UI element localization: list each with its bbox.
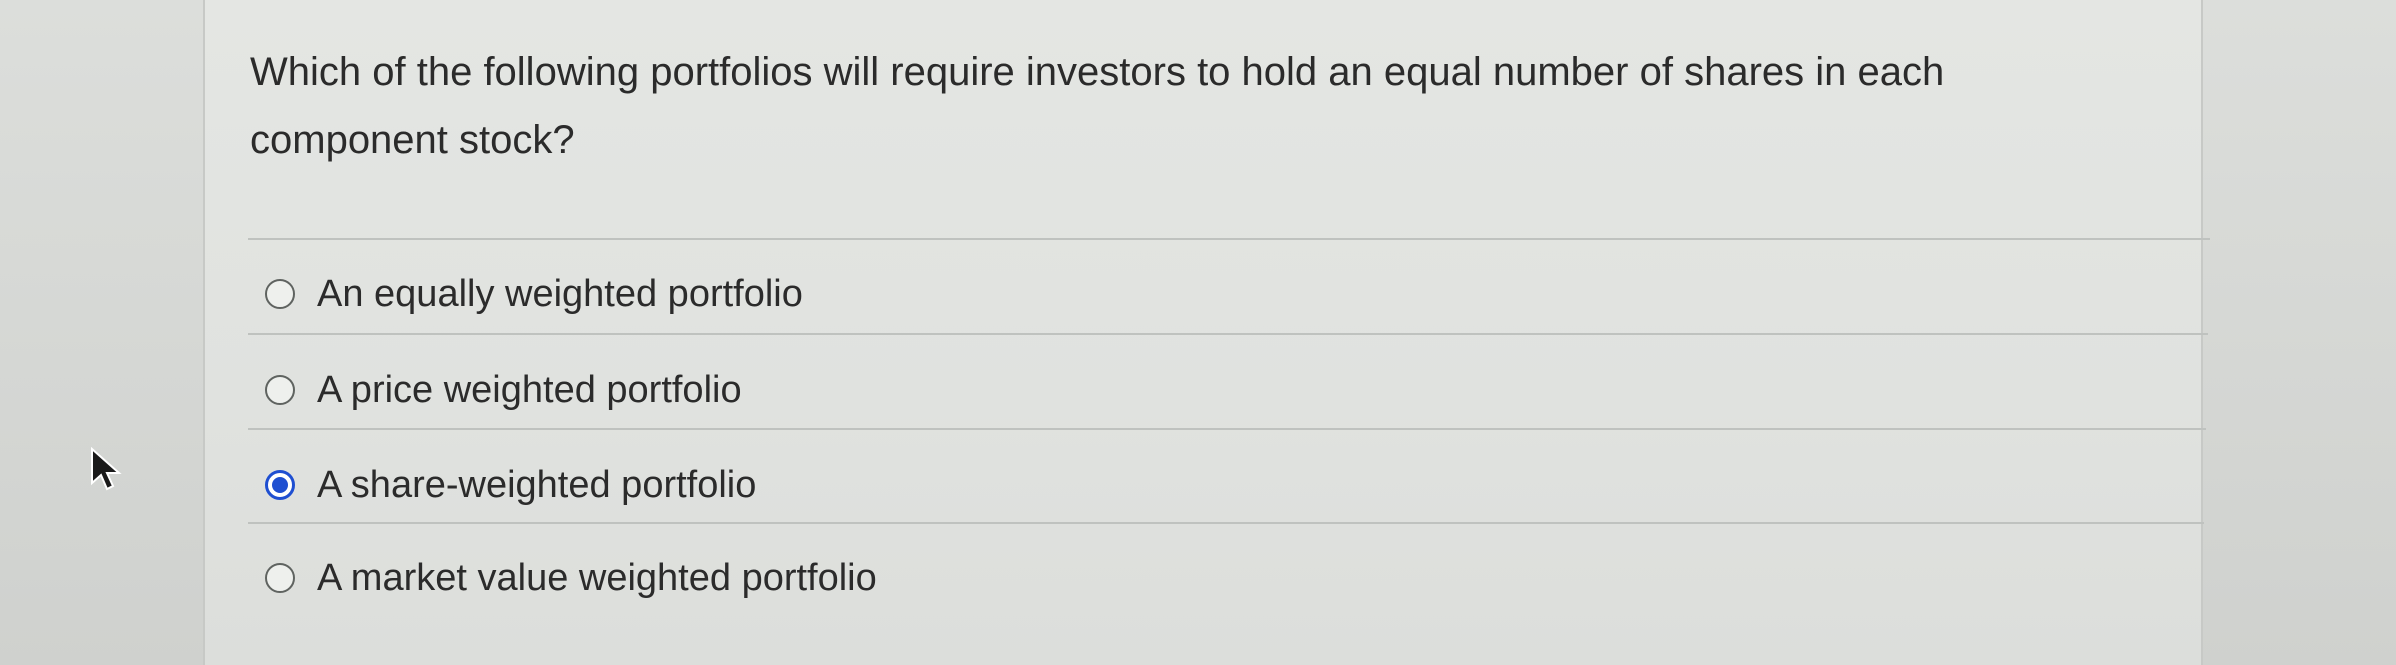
option-share-weighted[interactable]: A share-weighted portfolio [265, 455, 756, 515]
option-divider [248, 522, 2204, 524]
option-divider [248, 333, 2208, 335]
option-label: An equally weighted portfolio [317, 272, 803, 315]
question-line-2: component stock? [250, 118, 575, 162]
option-label: A price weighted portfolio [317, 368, 742, 411]
option-market-value-weighted[interactable]: A market value weighted portfolio [265, 548, 877, 608]
question-text: Which of the following portfolios will r… [250, 38, 2150, 174]
mouse-pointer-icon [90, 446, 124, 493]
radio-button-icon[interactable] [265, 563, 295, 593]
question-panel: Which of the following portfolios will r… [203, 0, 2210, 665]
radio-button-icon[interactable] [265, 375, 295, 405]
screen: Which of the following portfolios will r… [0, 0, 2396, 665]
option-divider [248, 428, 2206, 430]
option-label: A market value weighted portfolio [317, 556, 877, 599]
option-price-weighted[interactable]: A price weighted portfolio [265, 360, 742, 420]
radio-button-icon[interactable] [265, 279, 295, 309]
radio-dot-icon [272, 477, 288, 493]
question-line-1: Which of the following portfolios will r… [250, 50, 1945, 94]
option-label: A share-weighted portfolio [317, 463, 757, 506]
radio-button-selected-icon[interactable] [265, 470, 295, 500]
option-equally-weighted[interactable]: An equally weighted portfolio [265, 264, 803, 324]
question-divider [248, 238, 2210, 240]
